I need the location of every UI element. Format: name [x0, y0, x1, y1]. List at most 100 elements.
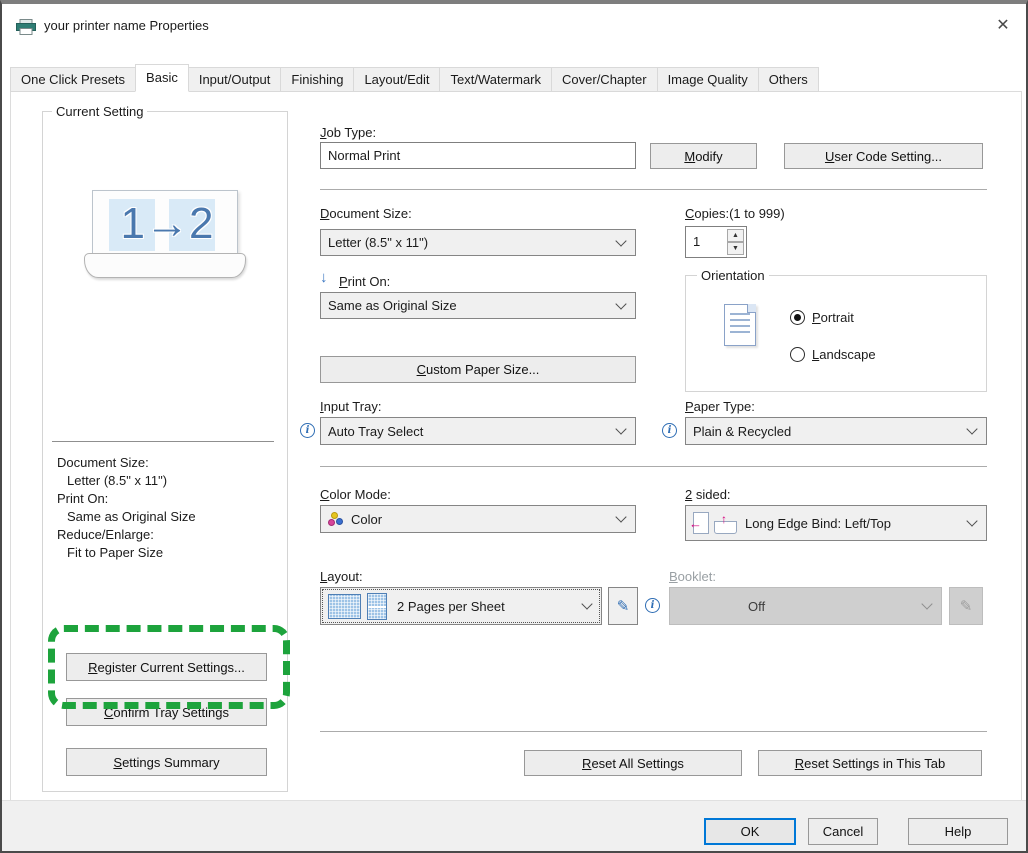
paper-fold	[747, 304, 756, 313]
feed-arrow-icon: ↑	[721, 512, 727, 526]
job-type-field[interactable]: Normal Print	[320, 142, 636, 169]
copies-label: Copies:(1 to 999)	[685, 206, 785, 221]
chevron-down-icon	[615, 298, 626, 309]
ok-button[interactable]: OK	[704, 818, 796, 845]
summary-reduce-enlarge-label: Reduce/Enlarge:	[57, 527, 154, 542]
preview-paper-curl	[84, 253, 246, 278]
job-type-label: Job Type:	[320, 125, 376, 140]
chevron-down-icon	[581, 598, 592, 609]
chevron-down-icon	[615, 235, 626, 246]
summary-print-on-label: Print On:	[57, 491, 108, 506]
booklet-edit-button: ✎	[949, 587, 983, 625]
two-sided-value: Long Edge Bind: Left/Top	[745, 516, 891, 531]
duplex-flip-icon: ←	[693, 512, 709, 534]
tab-layout-edit[interactable]: Layout/Edit	[353, 67, 440, 92]
layout-two-pages-icon	[367, 593, 387, 620]
chevron-down-icon	[966, 423, 977, 434]
tab-others[interactable]: Others	[758, 67, 819, 92]
color-mode-icon	[328, 512, 344, 527]
help-button[interactable]: Help	[908, 818, 1008, 845]
preview-pages-label: 1→2	[94, 192, 240, 256]
paper-type-label: Paper Type:	[685, 399, 755, 414]
layout-edit-button[interactable]: ✎	[608, 587, 638, 625]
chevron-down-icon	[615, 423, 626, 434]
duplex-feed-icon: ↑	[714, 521, 737, 534]
tab-basic[interactable]: Basic	[135, 64, 189, 92]
input-tray-select[interactable]: Auto Tray Select	[320, 417, 636, 445]
paper-type-value: Plain & Recycled	[693, 424, 791, 439]
input-tray-info-icon[interactable]: i	[300, 423, 315, 438]
user-code-setting-button[interactable]: User Code Setting...	[784, 143, 983, 169]
tab-bar: One Click Presets Basic Input/Output Fin…	[10, 64, 819, 92]
copies-stepper[interactable]: 1 ▲ ▼	[685, 226, 747, 258]
orientation-paper-icon	[724, 304, 756, 346]
paper-type-info-icon[interactable]: i	[662, 423, 677, 438]
close-icon[interactable]: ✕	[988, 12, 1018, 40]
layout-value: 2 Pages per Sheet	[397, 599, 505, 614]
current-setting-group-label: Current Setting	[52, 104, 147, 119]
window-title: your printer name Properties	[44, 18, 209, 33]
color-mode-select[interactable]: Color	[320, 505, 636, 533]
register-current-settings-button[interactable]: Register Current Settings...	[66, 653, 267, 681]
print-on-select[interactable]: Same as Original Size	[320, 292, 636, 319]
portrait-radio-label[interactable]: Portrait	[812, 310, 854, 325]
chevron-down-icon	[921, 598, 932, 609]
paper-type-select[interactable]: Plain & Recycled	[685, 417, 987, 445]
reset-settings-in-this-tab-button[interactable]: Reset Settings in This Tab	[758, 750, 982, 776]
portrait-radio[interactable]	[790, 310, 805, 325]
print-on-arrow-icon: ↓	[320, 269, 328, 286]
landscape-radio[interactable]	[790, 347, 805, 362]
tab-input-output[interactable]: Input/Output	[188, 67, 282, 92]
section-divider-3	[320, 731, 987, 732]
summary-reduce-enlarge-value: Fit to Paper Size	[67, 545, 163, 560]
pencil-icon: ✎	[960, 597, 973, 615]
booklet-select: Off	[669, 587, 942, 625]
modify-button[interactable]: Modify	[650, 143, 757, 169]
print-on-label: Print On:	[339, 274, 390, 289]
settings-summary-button[interactable]: Settings Summary	[66, 748, 267, 776]
left-panel-divider	[52, 441, 274, 442]
summary-print-on-value: Same as Original Size	[67, 509, 196, 524]
document-size-select[interactable]: Letter (8.5" x 11")	[320, 229, 636, 256]
print-on-value: Same as Original Size	[328, 298, 457, 313]
printer-properties-dialog: your printer name Properties ✕ One Click…	[0, 0, 1028, 853]
job-type-value: Normal Print	[328, 148, 400, 163]
layout-one-page-icon	[328, 594, 361, 619]
page-split-line	[368, 606, 386, 608]
magenta-dot	[328, 519, 335, 526]
tab-finishing[interactable]: Finishing	[280, 67, 354, 92]
chevron-down-icon	[615, 511, 626, 522]
chevron-down-icon	[966, 515, 977, 526]
booklet-info-icon[interactable]: i	[645, 598, 660, 613]
custom-paper-size-button[interactable]: Custom Paper Size...	[320, 356, 636, 383]
copies-increment-button[interactable]: ▲	[727, 229, 744, 242]
copies-value: 1	[693, 227, 700, 257]
input-tray-value: Auto Tray Select	[328, 424, 423, 439]
reset-all-settings-button[interactable]: Reset All Settings	[524, 750, 742, 776]
document-size-label: Document Size:	[320, 206, 412, 221]
document-size-value: Letter (8.5" x 11")	[328, 235, 428, 250]
landscape-radio-label[interactable]: Landscape	[812, 347, 876, 362]
summary-document-size-label: Document Size:	[57, 455, 149, 470]
tab-cover-chapter[interactable]: Cover/Chapter	[551, 67, 658, 92]
pencil-icon: ✎	[617, 597, 630, 615]
color-mode-label: Color Mode:	[320, 487, 391, 502]
color-mode-value: Color	[351, 512, 382, 527]
copies-decrement-button[interactable]: ▼	[727, 242, 744, 255]
cancel-button[interactable]: Cancel	[808, 818, 878, 845]
input-tray-label: Input Tray:	[320, 399, 381, 414]
blue-dot	[336, 518, 343, 525]
confirm-tray-settings-button[interactable]: Confirm Tray Settings	[66, 698, 267, 726]
tab-text-watermark[interactable]: Text/Watermark	[439, 67, 552, 92]
layout-select[interactable]: 2 Pages per Sheet	[320, 587, 602, 625]
tab-one-click-presets[interactable]: One Click Presets	[10, 67, 136, 92]
paper-text-lines	[730, 313, 750, 337]
title-bar: your printer name Properties ✕	[2, 4, 1026, 48]
layout-label: Layout:	[320, 569, 363, 584]
two-sided-select[interactable]: ← ↑ Long Edge Bind: Left/Top	[685, 505, 987, 541]
tab-image-quality[interactable]: Image Quality	[657, 67, 759, 92]
booklet-label: Booklet:	[669, 569, 716, 584]
two-sided-label: 2 sided:	[685, 487, 731, 502]
section-divider-2	[320, 466, 987, 467]
orientation-group-label: Orientation	[697, 268, 769, 283]
